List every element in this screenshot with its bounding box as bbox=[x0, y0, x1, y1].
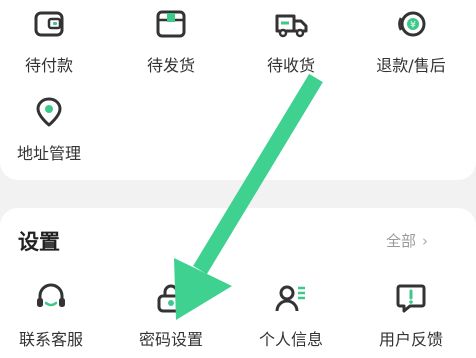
address-management[interactable]: 地址管理 bbox=[0, 94, 104, 164]
order-refund-aftersale-label: 退款/售后 bbox=[376, 56, 446, 75]
contact-customer-service-label: 联系客服 bbox=[18, 330, 83, 349]
contact-customer-service[interactable]: 联系客服 bbox=[0, 280, 106, 350]
feedback-icon bbox=[393, 280, 429, 316]
password-settings-label: 密码设置 bbox=[138, 330, 203, 349]
headset-icon bbox=[33, 280, 69, 316]
order-pending-receipt[interactable]: 待收货 bbox=[236, 6, 346, 76]
user-feedback-label: 用户反馈 bbox=[378, 330, 443, 349]
order-pending-payment-label: 待付款 bbox=[24, 56, 73, 75]
personal-information[interactable]: 个人信息 bbox=[236, 280, 346, 350]
order-pending-shipment-label: 待发货 bbox=[146, 56, 195, 75]
order-pending-receipt-label: 待收货 bbox=[266, 56, 315, 75]
view-all-label: 全部 bbox=[385, 232, 416, 250]
address-management-label: 地址管理 bbox=[16, 144, 81, 163]
order-pending-payment[interactable]: 待付款 bbox=[0, 6, 104, 76]
package-icon bbox=[153, 6, 189, 42]
settings-card: 设置 全部 › 联系客服 密码设置 个人信息 用户反馈 bbox=[0, 208, 476, 358]
orders-card: 待付款 待发货 待收货 ¥ 退款/售后 地址管理 bbox=[0, 0, 476, 180]
order-pending-shipment[interactable]: 待发货 bbox=[116, 6, 226, 76]
refund-icon: ¥ bbox=[393, 6, 429, 42]
password-settings[interactable]: 密码设置 bbox=[116, 280, 226, 350]
settings-section-title: 设置 bbox=[18, 230, 60, 254]
wallet-icon bbox=[31, 6, 67, 42]
svg-text:¥: ¥ bbox=[410, 21, 416, 31]
chevron-right-icon: › bbox=[422, 231, 428, 250]
location-pin-icon bbox=[31, 94, 67, 130]
order-refund-aftersale[interactable]: ¥ 退款/售后 bbox=[356, 6, 466, 76]
person-info-icon bbox=[273, 280, 309, 316]
lock-icon bbox=[153, 280, 189, 316]
settings-view-all-link[interactable]: 全部 › bbox=[386, 230, 428, 251]
user-feedback[interactable]: 用户反馈 bbox=[356, 280, 466, 350]
delivery-truck-icon bbox=[273, 6, 309, 42]
personal-information-label: 个人信息 bbox=[258, 330, 323, 349]
